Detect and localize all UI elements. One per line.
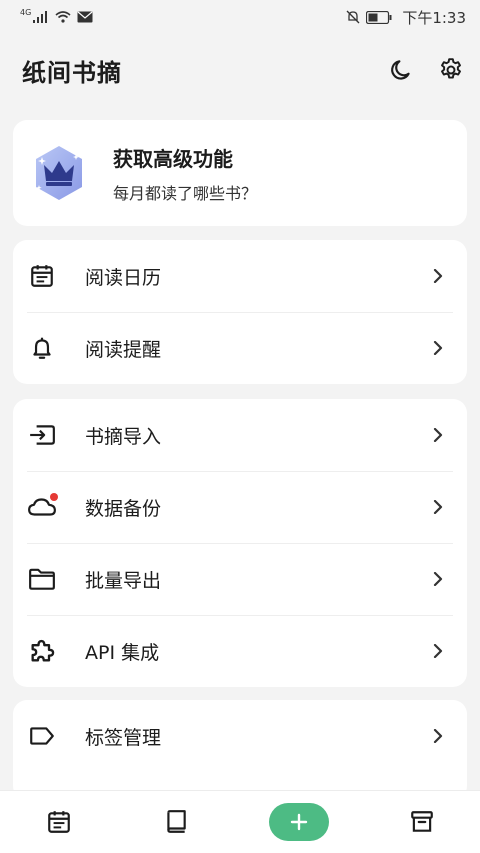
status-bar: 4G 下午1:33: [0, 0, 480, 34]
battery-icon: [366, 10, 392, 24]
status-left: 4G: [20, 7, 93, 23]
menu-label: API 集成: [85, 641, 160, 664]
gear-icon: [441, 58, 461, 79]
dark-mode-button[interactable]: [386, 55, 416, 85]
chevron-right-icon: [433, 269, 443, 283]
moon-icon: [391, 60, 410, 80]
menu-label: 阅读日历: [85, 266, 162, 289]
calendar-icon: [27, 261, 57, 291]
menu-item-import[interactable]: 书摘导入: [13, 399, 467, 471]
promo-text: 获取高级功能 每月都读了哪些书？: [113, 143, 257, 204]
menu-item-reading-calendar[interactable]: 阅读日历: [13, 240, 467, 312]
chevron-right-icon: [433, 341, 443, 355]
menu-group-tags: 标签管理: [13, 700, 467, 800]
nav-archive-button[interactable]: [398, 802, 446, 842]
chevron-right-icon: [433, 500, 443, 514]
menu-label: 阅读提醒: [85, 338, 162, 361]
network-label: 4G: [20, 7, 32, 17]
import-icon: [27, 420, 57, 450]
signal-icon: [33, 11, 48, 23]
chevron-right-icon: [433, 729, 443, 743]
nav-calendar-button[interactable]: [35, 802, 83, 842]
chevron-right-icon: [433, 572, 443, 586]
chevron-right-icon: [433, 644, 443, 658]
status-time: 下午1:33: [402, 8, 466, 27]
settings-button[interactable]: [436, 55, 466, 85]
menu-item-export[interactable]: 批量导出: [13, 543, 467, 615]
bottom-navigation: [0, 791, 480, 853]
premium-promo-card[interactable]: 获取高级功能 每月都读了哪些书？: [13, 120, 467, 226]
page-title: 纸间书摘: [22, 58, 122, 87]
crown-badge-icon: [36, 146, 82, 200]
bell-icon: [27, 333, 57, 363]
promo-title: 获取高级功能: [113, 146, 233, 171]
mute-bell-icon: [346, 10, 360, 24]
wifi-icon: [55, 11, 71, 23]
book-icon: [166, 810, 186, 833]
menu-label: 数据备份: [85, 497, 162, 520]
menu-label: 批量导出: [85, 569, 162, 592]
nav-books-button[interactable]: [152, 802, 200, 842]
menu-group-data: 书摘导入 数据备份 批量导出 API 集成: [13, 399, 467, 687]
menu-label: 书摘导入: [85, 425, 162, 448]
menu-item-api[interactable]: API 集成: [13, 615, 467, 687]
calendar-icon: [47, 811, 70, 833]
mail-icon: [77, 11, 93, 23]
menu-item-reading-reminder[interactable]: 阅读提醒: [13, 312, 467, 384]
plus-icon: [290, 813, 307, 831]
add-button[interactable]: [268, 803, 329, 841]
archive-icon: [410, 811, 433, 832]
header-actions: [386, 55, 466, 85]
status-right: 下午1:33: [346, 7, 466, 28]
menu-group-reading: 阅读日历 阅读提醒: [13, 240, 467, 384]
tag-icon: [27, 721, 57, 751]
menu-item-tag-management[interactable]: 标签管理: [13, 700, 467, 772]
notification-dot: [50, 493, 58, 501]
folder-icon: [27, 564, 57, 594]
chevron-right-icon: [433, 428, 443, 442]
menu-item-backup[interactable]: 数据备份: [13, 471, 467, 543]
app-header: 纸间书摘: [0, 42, 480, 98]
menu-label: 标签管理: [85, 726, 162, 749]
cloud-icon: [27, 492, 58, 522]
puzzle-icon: [27, 636, 57, 666]
promo-subtitle: 每月都读了哪些书？: [113, 183, 258, 203]
